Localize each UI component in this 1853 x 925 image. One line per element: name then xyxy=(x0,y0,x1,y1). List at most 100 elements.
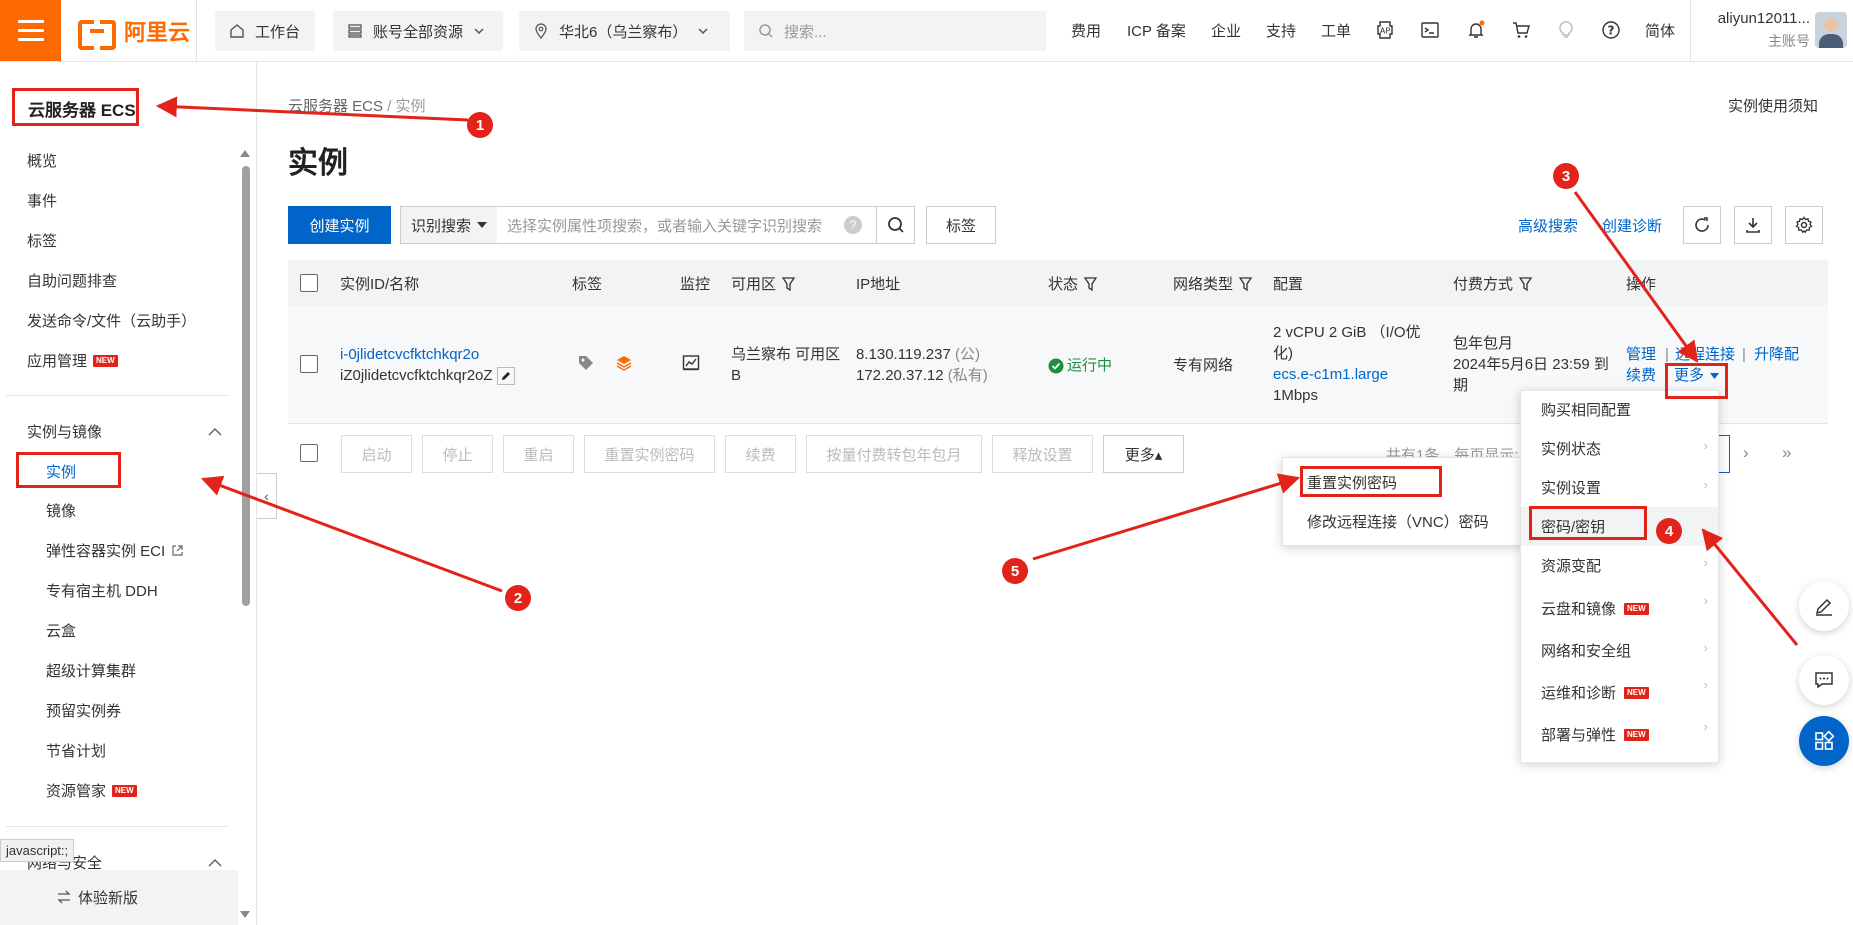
next-page-icon[interactable]: › xyxy=(1743,443,1749,463)
nav-fees[interactable]: 费用 xyxy=(1071,20,1101,41)
layers-icon[interactable] xyxy=(615,354,633,376)
start-button[interactable]: 启动 xyxy=(341,435,412,473)
col-network-type[interactable]: 网络类型 xyxy=(1173,273,1253,294)
sidebar-item-ddh[interactable]: 专有宿主机 DDH xyxy=(46,580,158,601)
col-zone[interactable]: 可用区 xyxy=(731,273,796,294)
col-status[interactable]: 状态 xyxy=(1048,273,1098,294)
search-button[interactable] xyxy=(876,207,914,243)
sidebar-group-instances-images[interactable]: 实例与镜像 xyxy=(27,421,222,442)
aliyun-logo[interactable]: 阿里云 xyxy=(78,14,190,50)
app-icon[interactable]: AP xyxy=(1373,18,1397,42)
menu-network-security[interactable]: 网络和安全组 xyxy=(1541,640,1631,661)
create-diagnosis-link[interactable]: 创建诊断 xyxy=(1602,215,1662,236)
release-settings-button[interactable]: 释放设置 xyxy=(992,435,1093,473)
col-billing[interactable]: 付费方式 xyxy=(1453,273,1533,294)
row-checkbox[interactable] xyxy=(300,355,318,373)
nav-tickets[interactable]: 工单 xyxy=(1321,20,1351,41)
menu-instance-status[interactable]: 实例状态 xyxy=(1541,438,1711,459)
instance-id-link[interactable]: i-0jlidetcvcfktchkqr2o xyxy=(340,344,479,365)
sidebar-item-savings-plan[interactable]: 节省计划 xyxy=(46,740,106,761)
menu-icon[interactable] xyxy=(0,0,61,61)
batch-more-button[interactable]: 更多▴ xyxy=(1103,435,1184,473)
menu-resource-change[interactable]: 资源变配 xyxy=(1541,555,1601,576)
select-all-checkbox[interactable] xyxy=(300,274,318,292)
convert-billing-button[interactable]: 按量付费转包年包月 xyxy=(806,435,982,473)
batch-more-label: 更多▴ xyxy=(1124,446,1163,464)
instance-notice-link[interactable]: 实例使用须知 xyxy=(1728,95,1818,116)
settings-button[interactable] xyxy=(1785,206,1823,244)
sidebar-item-reserved-instances[interactable]: 预留实例券 xyxy=(46,700,121,721)
batch-renew-button[interactable]: 续费 xyxy=(725,435,796,473)
help-icon[interactable]: ? xyxy=(844,216,862,234)
scrollbar-thumb[interactable] xyxy=(242,166,250,606)
tag-icon[interactable] xyxy=(577,354,595,376)
region-dropdown[interactable]: 华北6（乌兰察布） xyxy=(519,11,730,51)
stop-button[interactable]: 停止 xyxy=(422,435,493,473)
search-input[interactable]: 选择实例属性项搜索，或者输入关键字识别搜索 xyxy=(497,215,844,236)
apps-button[interactable] xyxy=(1799,716,1849,766)
instance-search-box[interactable]: 识别搜索 选择实例属性项搜索，或者输入关键字识别搜索 ? xyxy=(400,206,915,244)
nav-icp[interactable]: ICP 备案 xyxy=(1127,20,1186,41)
nav-support[interactable]: 支持 xyxy=(1266,20,1296,41)
grid-apps-icon xyxy=(1815,730,1835,750)
create-instance-button[interactable]: 创建实例 xyxy=(288,206,391,244)
workbench-button[interactable]: 工作台 xyxy=(215,11,315,51)
cart-icon[interactable] xyxy=(1509,18,1533,42)
sidebar-item-cloudbox[interactable]: 云盒 xyxy=(46,620,76,641)
avatar[interactable] xyxy=(1815,12,1847,48)
bell-icon[interactable] xyxy=(1464,18,1488,42)
refresh-button[interactable] xyxy=(1683,206,1721,244)
instance-type-link[interactable]: ecs.e-c1m1.large xyxy=(1273,364,1388,385)
manage-link[interactable]: 管理 xyxy=(1626,344,1656,365)
menu-instance-settings[interactable]: 实例设置 xyxy=(1541,477,1601,498)
modify-vnc-password-option[interactable]: 修改远程连接（VNC）密码 xyxy=(1307,511,1489,532)
advanced-search-link[interactable]: 高级搜索 xyxy=(1518,215,1578,236)
help-icon[interactable]: ? xyxy=(1599,18,1623,42)
change-spec-link[interactable]: 升降配 xyxy=(1754,344,1799,365)
divider xyxy=(6,826,228,827)
sidebar-item-hpc-cluster[interactable]: 超级计算集群 xyxy=(46,660,136,681)
sidebar-item-cloud-assistant[interactable]: 发送命令/文件（云助手） xyxy=(27,310,196,331)
menu-item-label: 云盘和镜像 xyxy=(1541,601,1617,618)
sidebar-collapse-button[interactable]: ‹ xyxy=(257,473,277,519)
tag-filter-button[interactable]: 标签 xyxy=(926,206,996,244)
scroll-down-arrow[interactable] xyxy=(240,911,250,918)
sidebar-item-events[interactable]: 事件 xyxy=(27,190,57,211)
scroll-up-arrow[interactable] xyxy=(240,150,250,157)
edit-icon[interactable] xyxy=(496,366,515,385)
sidebar-item-app-management[interactable]: 应用管理 NEW xyxy=(27,350,118,371)
chat-button[interactable] xyxy=(1799,655,1849,705)
user-account[interactable]: aliyun12011... 主账号 xyxy=(1700,10,1810,51)
sidebar-item-resource-steward[interactable]: 资源管家 NEW xyxy=(46,780,137,801)
last-page-icon[interactable]: » xyxy=(1782,443,1791,463)
remote-connect-link[interactable]: 远程连接 xyxy=(1675,344,1735,365)
lightbulb-icon[interactable] xyxy=(1554,18,1578,42)
restart-button[interactable]: 重启 xyxy=(503,435,574,473)
resources-dropdown[interactable]: 账号全部资源 xyxy=(333,11,503,51)
sidebar-item-images[interactable]: 镜像 xyxy=(46,500,76,521)
search-type-select[interactable]: 识别搜索 xyxy=(401,207,498,243)
bandwidth: 1Mbps xyxy=(1273,387,1319,404)
sidebar-item-overview[interactable]: 概览 xyxy=(27,150,57,171)
sidebar-item-eci[interactable]: 弹性容器实例 ECI xyxy=(46,540,184,561)
menu-ops-diagnosis[interactable]: 运维和诊断 NEW xyxy=(1541,682,1649,703)
renew-link[interactable]: 续费 xyxy=(1626,365,1656,386)
try-new-version-button[interactable]: 体验新版 xyxy=(0,870,238,925)
sidebar-item-troubleshoot[interactable]: 自助问题排查 xyxy=(27,270,117,291)
nav-enterprise[interactable]: 企业 xyxy=(1211,20,1241,41)
menu-disk-image[interactable]: 云盘和镜像 NEW xyxy=(1541,598,1649,619)
global-search-input[interactable]: 搜索... xyxy=(744,11,1046,51)
download-button[interactable] xyxy=(1734,206,1772,244)
terminal-icon[interactable] xyxy=(1418,18,1442,42)
breadcrumb-ecs[interactable]: 云服务器 ECS xyxy=(288,98,383,115)
menu-deploy-elastic[interactable]: 部署与弹性 NEW xyxy=(1541,724,1649,745)
menu-buy-same-config[interactable]: 购买相同配置 xyxy=(1541,399,1631,420)
monitor-chart-icon[interactable] xyxy=(682,354,700,376)
sidebar-item-tags[interactable]: 标签 xyxy=(27,230,57,251)
feedback-edit-button[interactable] xyxy=(1799,581,1849,631)
batch-select-checkbox[interactable] xyxy=(300,444,318,462)
language-switch[interactable]: 简体 xyxy=(1645,20,1675,41)
annotation-marker-4: 4 xyxy=(1656,518,1682,544)
reset-password-button[interactable]: 重置实例密码 xyxy=(584,435,715,473)
billing-type: 包年包月 xyxy=(1453,335,1514,352)
